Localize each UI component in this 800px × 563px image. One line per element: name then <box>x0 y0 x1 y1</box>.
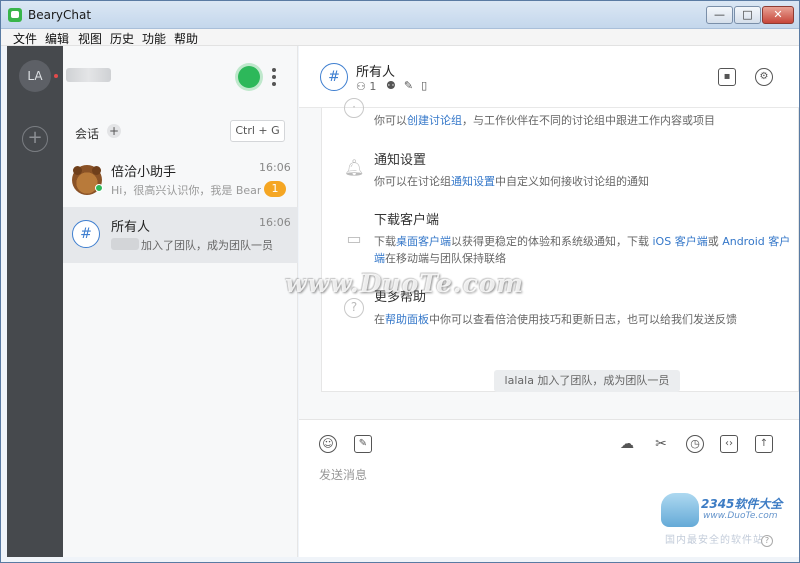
conversation-time: 16:06 <box>259 216 291 229</box>
file-icon[interactable]: ▯ <box>421 79 435 92</box>
unread-badge: 1 <box>264 181 286 197</box>
message-input[interactable] <box>319 464 779 486</box>
help-item-desc: 下载桌面客户端以获得更稳定的体验和系统级通知，下载 iOS 客户端或 Andro… <box>374 235 791 265</box>
create-group-link[interactable]: 创建讨论组 <box>407 114 462 127</box>
conversation-name: 所有人 <box>111 220 151 235</box>
help-card: · 你可以创建讨论组，与工作伙伴在不同的讨论组中跟进工作内容或项目 🔔︎ 通知设… <box>321 98 799 392</box>
conversation-preview: 加入了团队，成为团队一员 <box>141 239 273 252</box>
member-count-value: 1 <box>369 80 377 93</box>
channel-header: # 所有人 ⚇ 1 ⚉✎▯ ▪ ⚙ <box>299 46 799 108</box>
channel-panel: # 所有人 ⚇ 1 ⚉✎▯ ▪ ⚙ · 你可以创建讨论组，与工作伙伴在不同的讨论… <box>299 46 799 557</box>
notification-settings-link[interactable]: 通知设置 <box>451 175 495 188</box>
sticker-icon[interactable]: ✎ <box>354 435 372 453</box>
watermark-slogan: 国内最安全的软件站 <box>665 535 764 546</box>
gear-icon[interactable]: ⚙ <box>755 68 773 86</box>
conversation-name: 倍洽小助手 <box>111 165 177 180</box>
help-corner-icon[interactable]: ? <box>761 535 773 547</box>
menu-file[interactable]: 文件 <box>13 30 37 47</box>
channel-hash-icon: # <box>72 220 100 248</box>
help-circle-icon: ? <box>344 298 364 318</box>
conversation-sidebar: 会话 + Ctrl + G 倍洽小助手 16:06 Hi，很高兴认识你，我是 B… <box>63 46 298 557</box>
help-item-desc: 你可以在讨论组通知设置中自定义如何接收讨论组的通知 <box>374 175 649 188</box>
pin-icon[interactable]: ✎ <box>404 79 421 92</box>
person-icon: ⚇ <box>356 80 366 93</box>
team-avatar[interactable]: LA <box>19 60 51 92</box>
help-item-title: 下载客户端 <box>374 213 440 228</box>
help-item-title: 通知设置 <box>374 153 427 168</box>
conversation-item[interactable]: 倍洽小助手 16:06 Hi，很高兴认识你，我是 BearyBot 1 <box>63 152 298 208</box>
online-status-indicator[interactable] <box>238 66 260 88</box>
menu-history[interactable]: 历史 <box>110 30 134 47</box>
channel-hash-icon: # <box>320 63 348 91</box>
conversation-preview: Hi，很高兴认识你，我是 BearyBot <box>111 184 261 197</box>
alarm-icon[interactable]: ◷ <box>686 435 704 453</box>
menu-features[interactable]: 功能 <box>142 30 166 47</box>
help-item-desc: 你可以创建讨论组，与工作伙伴在不同的讨论组中跟进工作内容或项目 <box>374 114 715 127</box>
bell-icon: 🔔︎ <box>344 158 365 177</box>
more-menu-icon[interactable] <box>272 68 276 86</box>
preview-name-blurred <box>111 238 139 250</box>
emoji-icon[interactable]: ☺ <box>319 435 337 453</box>
channel-name: 所有人 <box>356 65 396 80</box>
window-title: BearyChat <box>28 8 92 22</box>
corner-watermark: 2345软件大全 www.DuoTe.com 国内最安全的软件站 <box>659 491 799 551</box>
upload-icon[interactable]: ↑ <box>755 435 773 453</box>
menu-help[interactable]: 帮助 <box>174 30 198 47</box>
menu-edit[interactable]: 编辑 <box>45 30 69 47</box>
username-blurred <box>66 68 111 82</box>
system-message: lalala 加入了团队，成为团队一员 <box>494 370 680 392</box>
scissors-icon[interactable]: ✂ <box>652 435 670 453</box>
add-conversation-button[interactable]: + <box>107 124 121 138</box>
conversations-label: 会话 <box>75 127 100 141</box>
online-dot <box>95 184 103 192</box>
conversation-item-selected[interactable]: # 所有人 16:06 加入了团队，成为团队一员 <box>63 207 298 263</box>
help-item-desc: 在帮助面板中你可以查看倍洽使用技巧和更新日志，也可以给我们发送反馈 <box>374 313 737 326</box>
title-bar: BearyChat — □ ✕ <box>1 1 799 29</box>
add-team-button[interactable]: + <box>22 126 48 152</box>
close-button[interactable]: ✕ <box>762 6 794 24</box>
menu-view[interactable]: 视图 <box>78 30 102 47</box>
desktop-icon: ▭ <box>346 229 362 248</box>
briefcase-icon[interactable]: ▪ <box>718 68 736 86</box>
cloud-icon[interactable]: ☁ <box>618 435 636 453</box>
mascot-logo-icon <box>661 493 699 527</box>
unread-dot <box>54 74 58 78</box>
site-watermark: www.DuoTe.com <box>285 269 524 298</box>
watermark-brand: 2345软件大全 <box>701 497 783 511</box>
desktop-client-link[interactable]: 桌面客户端 <box>396 235 451 248</box>
bearychat-logo-icon <box>8 8 22 22</box>
ios-client-link[interactable]: iOS 客户端 <box>653 235 708 248</box>
conversations-header: 会话 + Ctrl + G <box>63 110 298 152</box>
code-icon[interactable]: ‹› <box>720 435 738 453</box>
team-rail: LA + <box>7 46 63 557</box>
quick-switch-button[interactable]: Ctrl + G <box>230 120 285 142</box>
app-window: BearyChat — □ ✕ 文件 编辑 视图 历史 功能 帮助 LA + 会… <box>0 0 800 563</box>
menu-bar: 文件 编辑 视图 历史 功能 帮助 <box>1 29 799 46</box>
conversation-time: 16:06 <box>259 161 291 174</box>
member-count[interactable]: ⚇ 1 <box>356 80 376 93</box>
maximize-button[interactable]: □ <box>734 6 761 24</box>
group-icon: · <box>344 98 364 118</box>
channel-tool-icons: ⚉✎▯ <box>386 79 435 92</box>
minimize-button[interactable]: — <box>706 6 733 24</box>
help-panel-link[interactable]: 帮助面板 <box>385 313 429 326</box>
robot-icon[interactable]: ⚉ <box>386 79 404 92</box>
watermark-url: www.DuoTe.com <box>703 511 778 521</box>
